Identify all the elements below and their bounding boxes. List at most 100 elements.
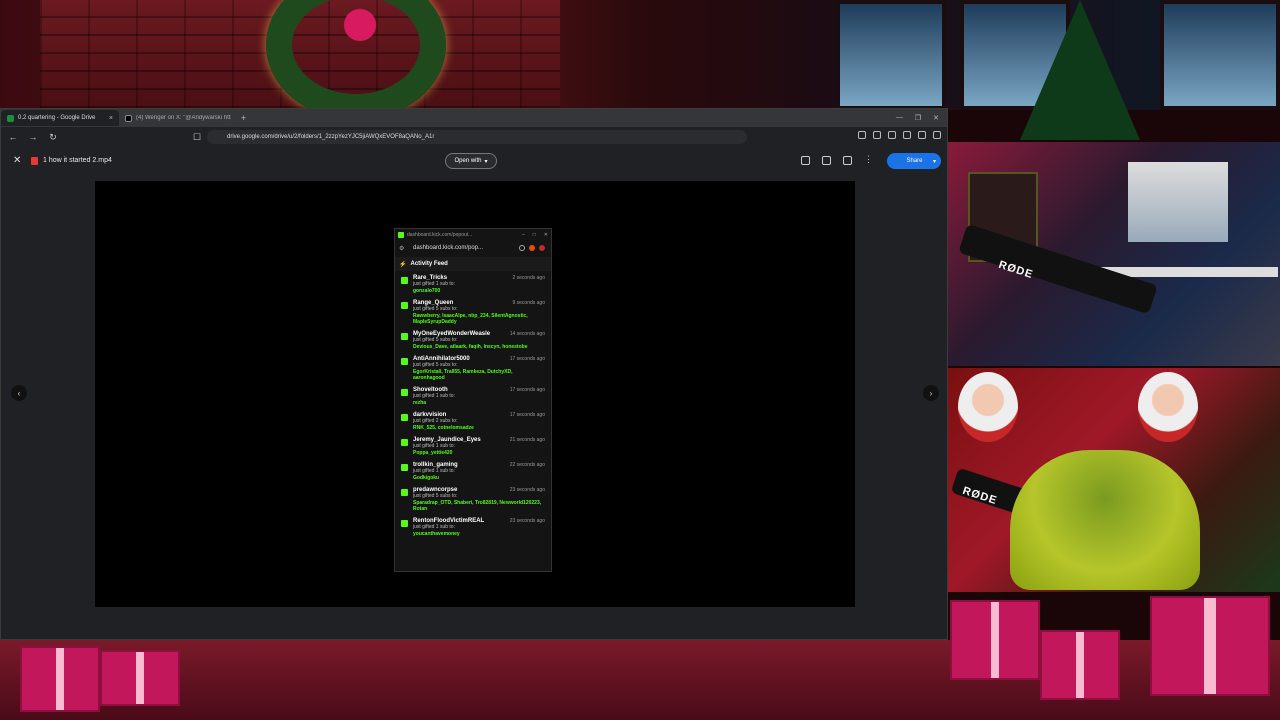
gift-recipients: rezha: [413, 400, 427, 406]
gift-recipients: Godkigoku: [413, 475, 440, 481]
minimize-icon[interactable]: —: [896, 114, 903, 122]
gift-recipients: EgorKristall, Trall55, Ramkeza, DutchyXD…: [413, 369, 513, 381]
gift-action: just gifted 1 sub to:: [413, 468, 455, 474]
download-icon[interactable]: [843, 156, 852, 165]
gift-box: [100, 650, 180, 706]
gift-recipients: youcanthavemoney: [413, 531, 460, 537]
extension-icon[interactable]: [903, 131, 911, 139]
back-icon[interactable]: ←: [7, 132, 19, 142]
extension-icon[interactable]: [888, 131, 896, 139]
menu-icon[interactable]: [933, 131, 941, 139]
bookmark-icon[interactable]: ☐: [191, 132, 203, 143]
extension-icon[interactable]: [873, 131, 881, 139]
feed-item: predawncorpse just gifted 5 subs to: Spara…: [401, 487, 545, 512]
timestamp: 17 seconds ago: [509, 387, 545, 393]
feed-item: Jeremy_Jaundice_Eyes just gifted 1 sub to…: [401, 437, 545, 456]
share-button[interactable]: 👤 Share ▾: [887, 153, 941, 169]
gift-box: [1040, 630, 1120, 700]
stream-scene: 0.2 quartering - Google Drive × (4) Weng…: [0, 0, 1280, 720]
feed-item: Rare_Tricks just gifted 1 sub to: gonzalo7…: [401, 275, 545, 294]
close-window-icon[interactable]: ✕: [933, 114, 939, 122]
close-icon[interactable]: ✕: [544, 232, 548, 238]
gift-action: just gifted 1 sub to:: [413, 393, 455, 399]
timestamp: 14 seconds ago: [509, 331, 545, 337]
minimize-icon[interactable]: –: [522, 232, 525, 238]
maximize-icon[interactable]: □: [533, 232, 536, 238]
add-to-folder-icon[interactable]: [801, 156, 810, 165]
next-file-button[interactable]: ›: [923, 385, 939, 401]
activity-feed-header: ⚡ Activity Feed: [395, 257, 551, 271]
forward-icon[interactable]: →: [27, 132, 39, 142]
red-bow-decoration: [330, 0, 390, 50]
timestamp: 2 seconds ago: [512, 275, 545, 281]
christmas-tree: [1020, 0, 1140, 140]
gift-box: [20, 646, 100, 712]
chevron-down-icon[interactable]: ▾: [933, 158, 936, 165]
gift-recipients: Devious_Dave, atlaark, faqih, Inscyn, ho…: [413, 344, 528, 350]
viewer-header: ✕ 1 how it started 2.mp4 Open with ▾ ⋮ 👤…: [1, 147, 947, 177]
url-field[interactable]: drive.google.com/drive/u/2/folders/1_2zz…: [207, 130, 747, 144]
timestamp: 21 seconds ago: [509, 437, 545, 443]
tab-label: (4) Wenger on X: "@Andywarski http…: [136, 115, 231, 121]
comment-icon[interactable]: [822, 156, 831, 165]
gift-action: just gifted 1 sub to:: [413, 524, 455, 530]
santa-figure: [1138, 372, 1198, 442]
site-settings-icon[interactable]: ⚙: [399, 245, 404, 252]
brave-shield-icon[interactable]: [529, 245, 535, 251]
gift-icon: [401, 302, 408, 309]
santa-figure: [958, 372, 1018, 442]
activity-feed-list: Rare_Tricks just gifted 1 sub to: gonzalo7…: [395, 271, 551, 537]
gift-icon: [401, 439, 408, 446]
grinch-costume-streamer: [1010, 450, 1200, 590]
close-tab-icon[interactable]: ×: [109, 115, 113, 122]
gift-recipients: RNK_525, cotnelomsadze: [413, 425, 474, 431]
feed-item: MyOneEyedWonderWeasle just gifted 5 subs …: [401, 331, 545, 350]
extension-icons: [858, 131, 941, 139]
gift-action: just gifted 1 sub to:: [413, 281, 455, 287]
new-tab-button[interactable]: +: [241, 113, 246, 123]
gift-icon: [401, 464, 408, 471]
maximize-icon[interactable]: ❐: [915, 114, 921, 122]
extension-icon[interactable]: [858, 131, 866, 139]
feed-item: trollkin_gaming just gifted 1 sub to: Godk…: [401, 462, 545, 481]
tab-label: 0.2 quartering - Google Drive: [18, 115, 96, 121]
gift-action: just gifted 1 sub to:: [413, 443, 455, 449]
previous-file-button[interactable]: ‹: [11, 385, 27, 401]
kick-logo-icon: [398, 232, 404, 238]
gift-action: just gifted 5 subs to:: [413, 493, 458, 499]
gift-recipients: gonzalo700: [413, 288, 441, 294]
webcam-top: RØDE: [948, 142, 1280, 366]
activity-feed-title: Activity Feed: [410, 261, 448, 267]
timestamp: 22 seconds ago: [509, 462, 545, 468]
gift-icon: [401, 489, 408, 496]
gift-icon: [401, 520, 408, 527]
tab-bar: 0.2 quartering - Google Drive × (4) Weng…: [1, 109, 947, 127]
open-with-button[interactable]: Open with ▾: [445, 153, 497, 169]
popout-title: dashboard.kick.com/popout...: [407, 232, 473, 238]
feed-item: RentonFloodVictimREAL just gifted 1 sub t…: [401, 518, 545, 537]
lightning-icon: ⚡: [399, 261, 407, 268]
video-file-icon: [31, 157, 38, 165]
feed-item: Shoveltooth just gifted 1 sub to: rezha 17 …: [401, 387, 545, 406]
timestamp: 17 seconds ago: [509, 356, 545, 362]
timestamp: 23 seconds ago: [509, 518, 545, 524]
timestamp: 9 seconds ago: [512, 300, 545, 306]
share-label: Share: [906, 158, 923, 164]
tab-x-post[interactable]: (4) Wenger on X: "@Andywarski http…: [119, 110, 237, 126]
kick-popout-window: dashboard.kick.com/popout... – □ ✕ ⚙ das…: [394, 228, 552, 572]
close-viewer-icon[interactable]: ✕: [13, 155, 21, 166]
gift-action: just gifted 5 subs to:: [413, 337, 458, 343]
reload-icon[interactable]: ↻: [47, 132, 59, 143]
url-text: drive.google.com/drive/u/2/folders/1_2zz…: [227, 134, 435, 140]
gift-action: just gifted 2 subs to:: [413, 418, 458, 424]
extension-icon[interactable]: [918, 131, 926, 139]
gift-icon: [401, 358, 408, 365]
open-with-label: Open with: [454, 158, 482, 164]
tab-google-drive[interactable]: 0.2 quartering - Google Drive ×: [1, 110, 119, 126]
zoom-icon[interactable]: [519, 245, 525, 251]
gift-recipients: Rawwberry, IsaacAlpe, nbp_234, SilentAgn…: [413, 313, 528, 325]
more-options-icon[interactable]: ⋮: [864, 155, 873, 165]
rewards-icon[interactable]: [539, 245, 545, 251]
popout-titlebar: dashboard.kick.com/popout... – □ ✕: [395, 229, 551, 241]
gift-icon: [401, 277, 408, 284]
